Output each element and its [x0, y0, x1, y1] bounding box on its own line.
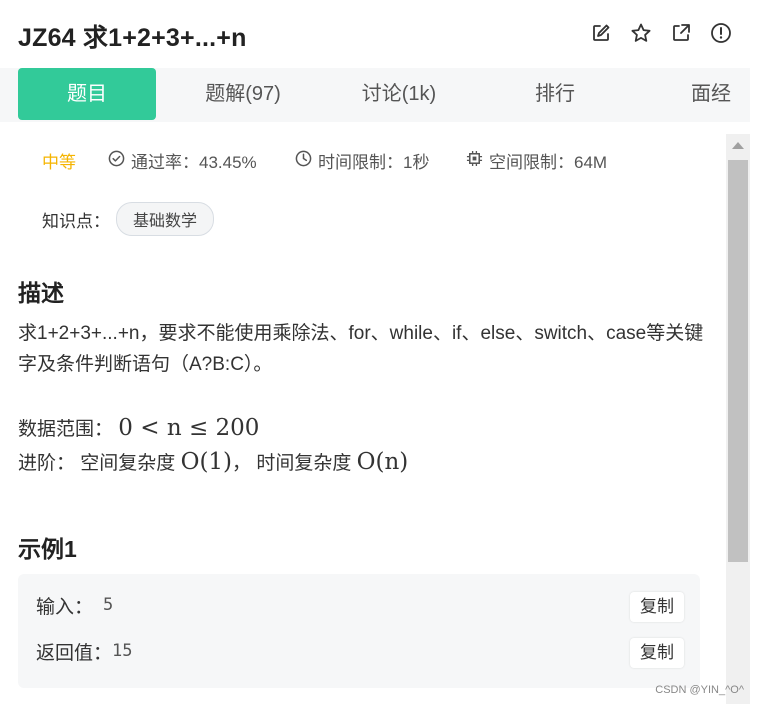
content-scrollbar[interactable] — [726, 134, 750, 704]
problem-header: JZ64 求1+2+3+...+n — [0, 0, 758, 68]
copy-output-button[interactable]: 复制 — [630, 638, 684, 668]
knowledge-label: 知识点： — [42, 211, 110, 231]
time-limit: 时间限制：1秒 — [295, 148, 429, 173]
knowledge-tag[interactable]: 基础数学 — [116, 202, 215, 236]
copy-input-button[interactable]: 复制 — [630, 592, 684, 622]
star-icon[interactable] — [630, 22, 652, 44]
advanced-requirement: 进阶： 空间复杂度 O(1)， 时间复杂度 O(n) — [18, 448, 408, 475]
tab-interview[interactable]: 面经 — [642, 68, 758, 120]
check-circle-icon — [108, 150, 125, 172]
problem-title: JZ64 求1+2+3+...+n — [18, 24, 247, 52]
watermark: CSDN @YIN_^O^ — [655, 684, 744, 696]
difficulty-label: 中等 — [42, 153, 76, 172]
example-title: 示例1 — [18, 536, 77, 562]
output-value: 15 — [112, 641, 133, 661]
output-label: 返回值： — [36, 642, 113, 664]
space-limit-label: 空间限制：64M — [489, 153, 608, 172]
input-value: 5 — [103, 595, 114, 615]
tab-solutions[interactable]: 题解(97) — [174, 68, 312, 120]
advanced-label: 进阶： — [18, 453, 76, 474]
time-limit-label: 时间限制：1秒 — [318, 153, 430, 172]
time-complexity-value: O(n) — [356, 449, 409, 475]
chip-icon — [466, 150, 483, 172]
pass-rate: 通过率：43.45% — [108, 148, 257, 173]
example-input-row: 输入： 5 — [36, 590, 113, 620]
range-math: 0 < n ≤ 200 — [118, 415, 260, 441]
example-output-row: 返回值： 15 — [36, 636, 133, 666]
scroll-thumb[interactable] — [728, 160, 748, 562]
example-box: 输入： 5 复制 返回值： 15 复制 — [18, 574, 700, 688]
tab-problem[interactable]: 题目 — [18, 68, 156, 120]
time-complexity-label: 时间复杂度 — [256, 453, 352, 474]
knowledge-points: 知识点： 基础数学 — [42, 202, 215, 236]
tab-discussion[interactable]: 讨论(1k) — [330, 68, 468, 120]
difficulty-badge: 中等 — [42, 148, 76, 173]
range-label: 数据范围： — [18, 419, 114, 440]
advanced-separator: ， — [232, 453, 252, 474]
problem-tabs: 题目 题解(97) 讨论(1k) 排行 面经 — [0, 68, 750, 122]
header-actions — [590, 22, 732, 44]
data-range: 数据范围： 0 < n ≤ 200 — [18, 414, 259, 441]
scroll-up-arrow-icon[interactable] — [732, 142, 744, 149]
edit-icon[interactable] — [590, 22, 612, 44]
space-complexity-value: O(1) — [180, 449, 233, 475]
problem-content: 中等 通过率：43.45% 时间限制：1秒 空间限制：64M 知识点： 基础数学… — [0, 122, 722, 704]
problem-meta: 中等 通过率：43.45% 时间限制：1秒 空间限制：64M — [0, 144, 722, 174]
pass-rate-label: 通过率：43.45% — [131, 153, 257, 172]
input-label: 输入： — [36, 596, 94, 618]
space-complexity-label: 空间复杂度 — [80, 453, 176, 474]
share-icon[interactable] — [670, 22, 692, 44]
space-limit: 空间限制：64M — [466, 148, 607, 173]
tab-ranking[interactable]: 排行 — [486, 68, 624, 120]
description-text: 求1+2+3+...+n，要求不能使用乘除法、for、while、if、else… — [18, 323, 704, 375]
report-icon[interactable] — [710, 22, 732, 44]
clock-icon — [295, 150, 312, 172]
description-title: 描述 — [18, 280, 64, 306]
